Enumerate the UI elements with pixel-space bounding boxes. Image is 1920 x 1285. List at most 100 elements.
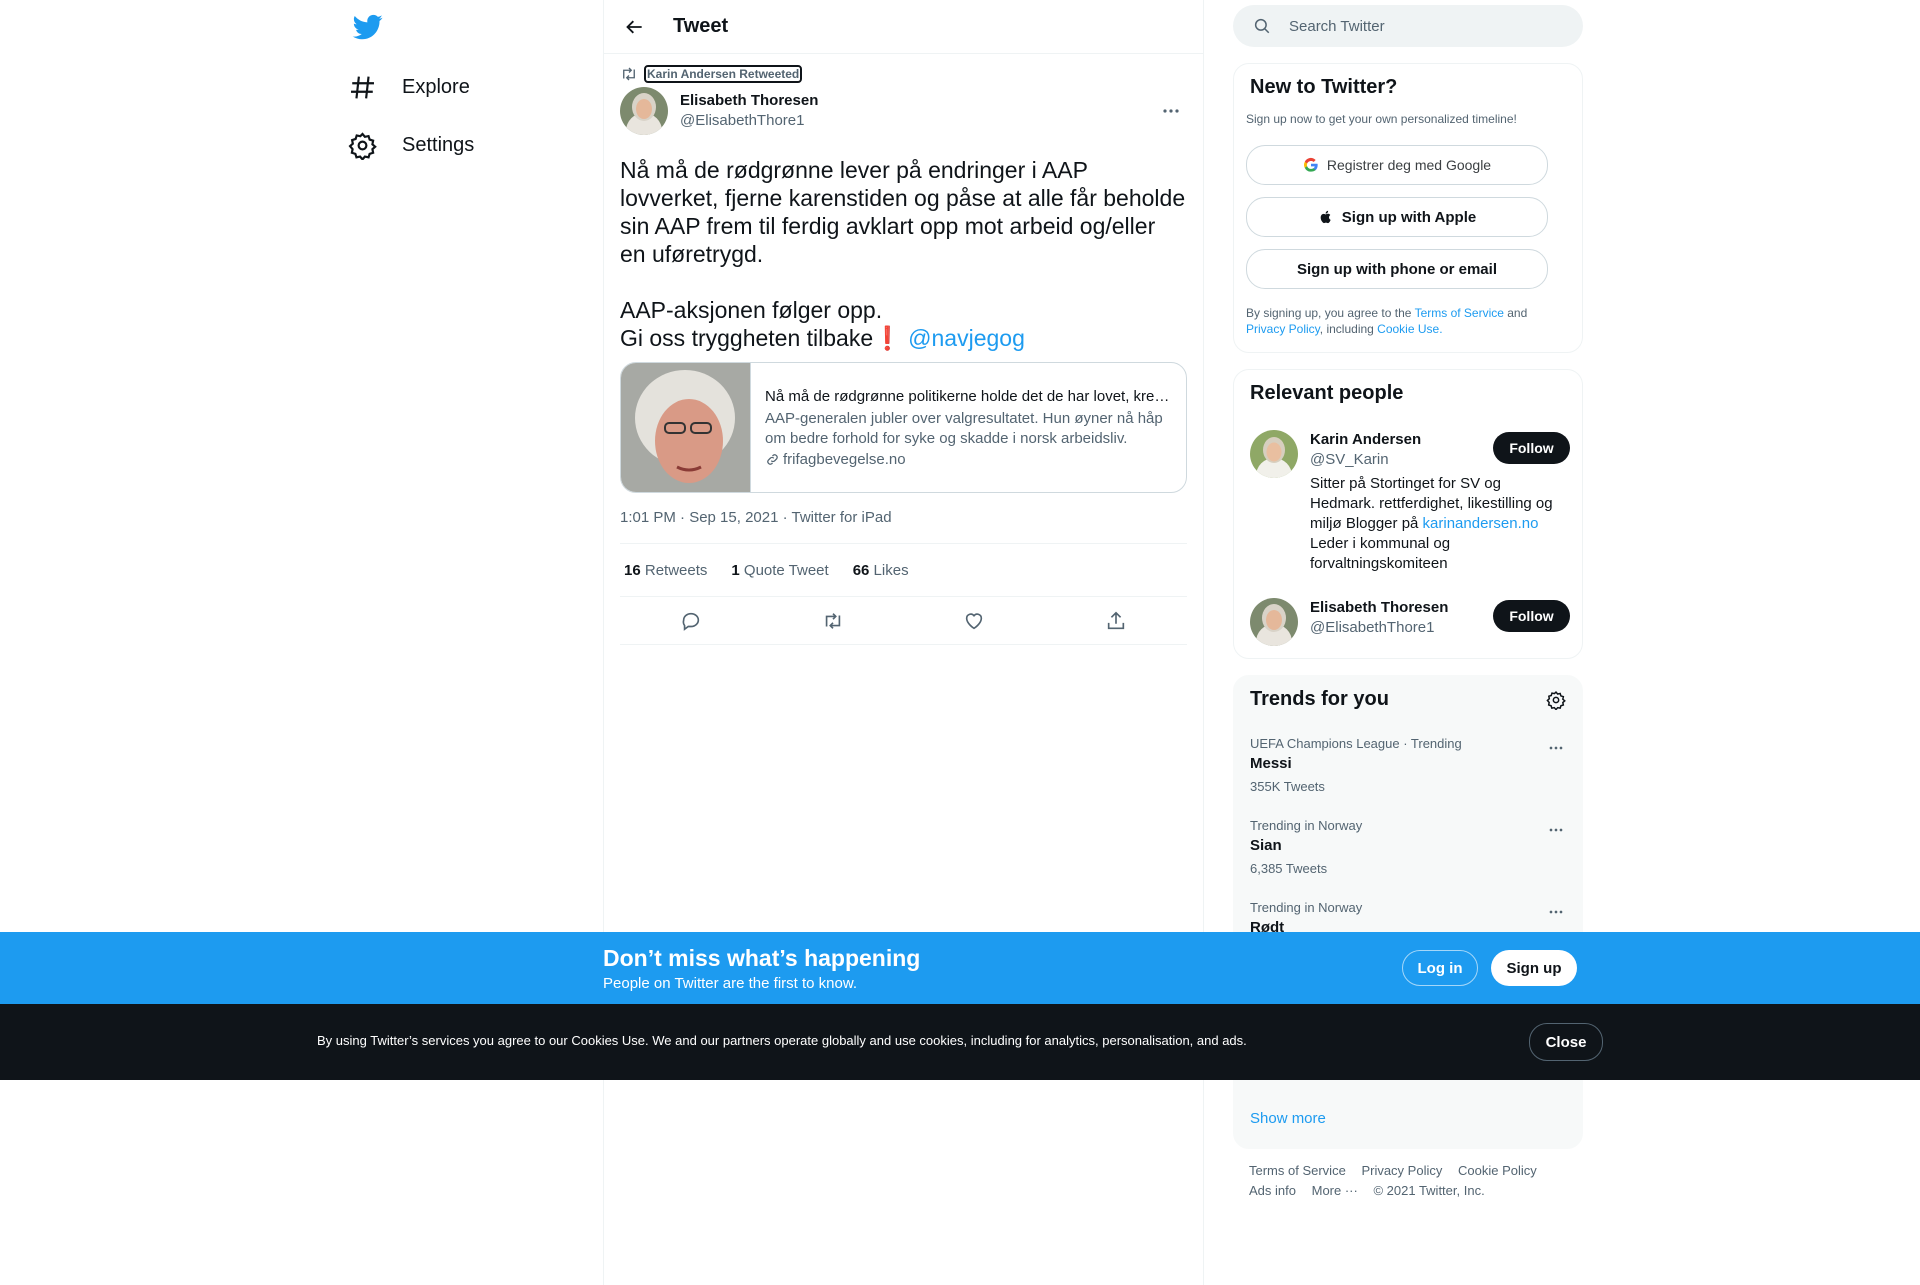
privacy-link[interactable]: Privacy Policy bbox=[1246, 322, 1320, 336]
search-icon bbox=[1253, 17, 1271, 35]
footer-privacy-link[interactable]: Privacy Policy bbox=[1361, 1163, 1442, 1178]
tweet-stats: 16 Retweets 1 Quote Tweet 66 Likes bbox=[620, 544, 1187, 597]
more-dots-icon[interactable] bbox=[1546, 902, 1566, 922]
avatar[interactable] bbox=[620, 87, 668, 135]
tweet: Karin Andersen Retweeted Elisabeth Thore… bbox=[604, 64, 1203, 645]
login-button[interactable]: Log in bbox=[1402, 950, 1478, 986]
nav-settings[interactable]: Settings bbox=[348, 120, 474, 170]
retweet-icon[interactable] bbox=[822, 610, 844, 632]
footer-ads-link[interactable]: Ads info bbox=[1249, 1183, 1296, 1198]
card-domain: frifagbevegelse.no bbox=[765, 451, 1172, 468]
trend-name: Messi bbox=[1250, 755, 1292, 772]
arrow-left-icon bbox=[625, 17, 645, 37]
relevant-people-panel: Relevant people Karin Andersen @SV_Karin… bbox=[1233, 369, 1583, 659]
reply-icon[interactable] bbox=[680, 610, 702, 632]
card-domain-text: frifagbevegelse.no bbox=[783, 451, 906, 468]
person-name[interactable]: Karin Andersen bbox=[1310, 430, 1421, 450]
tweet-actions bbox=[620, 597, 1187, 645]
trend-context: UEFA Champions League · Trending bbox=[1250, 736, 1462, 751]
retweets-label: Retweets bbox=[644, 561, 708, 579]
cookie-consent-text: By using Twitter’s services you agree to… bbox=[317, 1033, 1247, 1048]
gear-icon bbox=[348, 131, 377, 160]
card-image bbox=[621, 363, 751, 492]
main-column: Tweet Karin Andersen Retweeted Elisabeth… bbox=[603, 0, 1204, 1285]
exclamation-emoji: ❗ bbox=[873, 325, 902, 351]
more-dots-icon bbox=[1159, 99, 1183, 123]
legal-text-2: and bbox=[1503, 306, 1528, 320]
google-logo-icon bbox=[1303, 157, 1319, 173]
google-signup-button[interactable]: Registrer deg med Google bbox=[1246, 145, 1548, 185]
page-header: Tweet bbox=[604, 0, 1203, 54]
quote-tweets-count[interactable]: 1 Quote Tweet bbox=[731, 562, 828, 579]
gear-icon[interactable] bbox=[1546, 690, 1566, 710]
search-bar[interactable] bbox=[1233, 5, 1583, 47]
trend-context: Trending in Norway bbox=[1250, 818, 1363, 833]
twitter-bird-icon[interactable] bbox=[352, 12, 384, 42]
apple-signup-button[interactable]: Sign up with Apple bbox=[1246, 197, 1548, 237]
relevant-people-title: Relevant people bbox=[1250, 382, 1404, 404]
apple-signup-label: Sign up with Apple bbox=[1341, 208, 1477, 226]
mention-link[interactable]: @navjegog bbox=[908, 325, 1025, 351]
bio-link[interactable]: karinandersen.no bbox=[1423, 515, 1539, 532]
nav-explore[interactable]: Explore bbox=[348, 62, 470, 112]
retweets-number: 16 bbox=[624, 561, 641, 579]
like-heart-icon[interactable] bbox=[963, 610, 985, 632]
trend-count: 6,385 Tweets bbox=[1250, 861, 1328, 876]
trend-item[interactable]: UEFA Champions League · Trending Messi 3… bbox=[1250, 736, 1570, 818]
person-handle[interactable]: @SV_Karin bbox=[1310, 450, 1389, 470]
link-card[interactable]: Nå må de rødgrønne politikerne holde det… bbox=[620, 362, 1187, 493]
tweet-text: Nå må de rødgrønne lever på endringer i … bbox=[620, 156, 1187, 352]
avatar[interactable] bbox=[1250, 430, 1298, 478]
back-button[interactable] bbox=[618, 10, 652, 44]
person-handle[interactable]: @ElisabethThore1 bbox=[1310, 618, 1434, 638]
person-bio: Sitter på Stortinget for SV og Hedmark. … bbox=[1310, 474, 1565, 574]
phone-email-signup-label: Sign up with phone or email bbox=[1296, 260, 1497, 278]
footer-more-link[interactable]: More ··· bbox=[1312, 1183, 1358, 1198]
trend-context: Trending in Norway bbox=[1250, 900, 1363, 915]
more-dots-icon[interactable] bbox=[1546, 738, 1566, 758]
search-input[interactable] bbox=[1287, 16, 1551, 36]
legal-text-1: By signing up, you agree to the bbox=[1246, 306, 1415, 320]
share-icon[interactable] bbox=[1105, 610, 1127, 632]
likes-count[interactable]: 66 Likes bbox=[853, 562, 909, 579]
more-dots-icon[interactable] bbox=[1546, 820, 1566, 840]
retweets-count[interactable]: 16 Retweets bbox=[624, 562, 707, 579]
phone-email-signup-button[interactable]: Sign up with phone or email bbox=[1246, 249, 1548, 289]
person-bio-text-2: Leder i kommunal og forvaltningskomiteen bbox=[1310, 535, 1451, 572]
page-title: Tweet bbox=[673, 15, 729, 37]
follow-button[interactable]: Follow bbox=[1493, 600, 1570, 632]
author-handle[interactable]: @ElisabethThore1 bbox=[680, 111, 818, 131]
footer-cookie-link[interactable]: Cookie Policy bbox=[1458, 1163, 1537, 1178]
quote-tweets-number: 1 bbox=[731, 561, 740, 579]
link-icon bbox=[765, 452, 780, 467]
trend-name: Sian bbox=[1250, 837, 1282, 854]
trend-item[interactable]: Trending in Norway Sian 6,385 Tweets bbox=[1250, 818, 1570, 900]
trends-title: Trends for you bbox=[1250, 688, 1389, 710]
terms-link[interactable]: Terms of Service bbox=[1415, 306, 1504, 320]
signup-legal-text: By signing up, you agree to the Terms of… bbox=[1246, 305, 1556, 337]
signup-subtitle: Sign up now to get your own personalized… bbox=[1246, 112, 1517, 126]
signup-promo-banner: Don’t miss what’s happening People on Tw… bbox=[0, 932, 1920, 1004]
card-title: Nå må de rødgrønne politikerne holde det… bbox=[765, 388, 1175, 405]
signup-panel: New to Twitter? Sign up now to get your … bbox=[1233, 63, 1583, 353]
avatar[interactable] bbox=[1250, 598, 1298, 646]
show-more-link[interactable]: Show more bbox=[1250, 1110, 1326, 1127]
signup-title: New to Twitter? bbox=[1250, 76, 1398, 98]
nav-settings-label: Settings bbox=[402, 133, 475, 156]
more-options-button[interactable] bbox=[1159, 99, 1183, 123]
nav-explore-label: Explore bbox=[402, 75, 470, 98]
google-signup-label: Registrer deg med Google bbox=[1326, 157, 1492, 173]
hashtag-icon bbox=[348, 73, 377, 102]
person-name[interactable]: Elisabeth Thoresen bbox=[1310, 598, 1448, 618]
cookie-use-link[interactable]: Cookie Use. bbox=[1377, 322, 1442, 336]
follow-button[interactable]: Follow bbox=[1493, 432, 1570, 464]
likes-label: Likes bbox=[873, 561, 909, 579]
tweet-timestamp[interactable]: 1:01 PM · Sep 15, 2021 · Twitter for iPa… bbox=[620, 493, 1187, 544]
signup-button[interactable]: Sign up bbox=[1491, 950, 1577, 986]
close-button[interactable]: Close bbox=[1529, 1023, 1603, 1061]
retweeted-by-link[interactable]: Karin Andersen Retweeted bbox=[643, 65, 803, 83]
promo-subtitle: People on Twitter are the first to know. bbox=[603, 975, 858, 992]
author-name[interactable]: Elisabeth Thoresen bbox=[680, 91, 818, 111]
footer-terms-link[interactable]: Terms of Service bbox=[1249, 1163, 1346, 1178]
footer: Terms of Service Privacy Policy Cookie P… bbox=[1233, 1161, 1583, 1201]
